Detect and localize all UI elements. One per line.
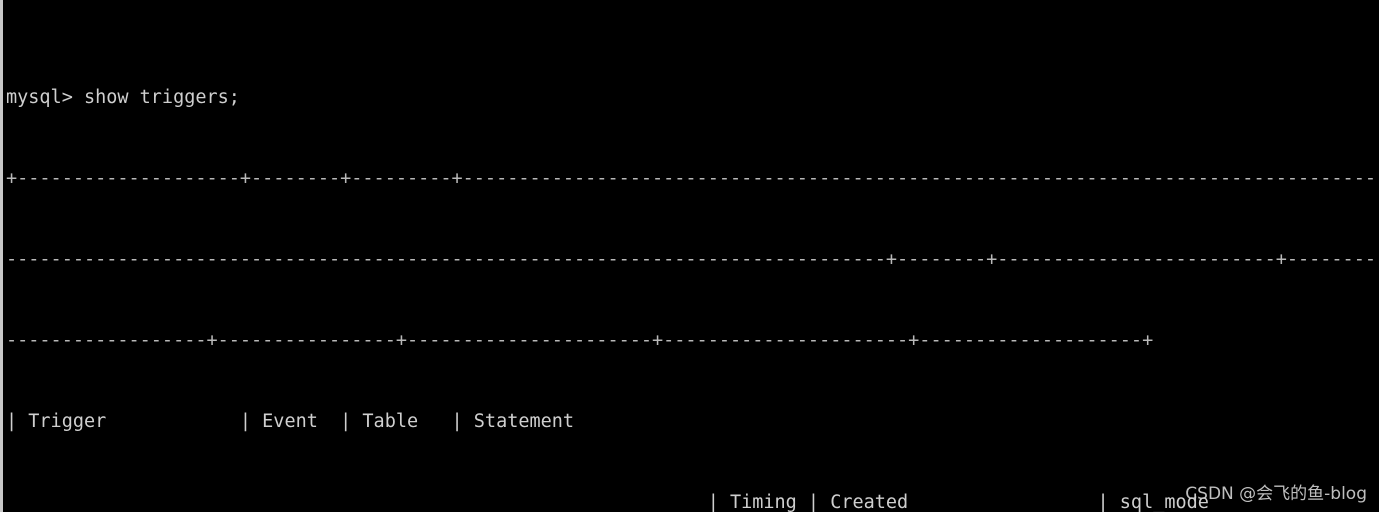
terminal-window[interactable]: mysql> show triggers; +-----------------…: [0, 0, 1379, 512]
csdn-watermark: CSDN @会飞的鱼-blog: [1185, 484, 1367, 504]
terminal-line-prompt: mysql> show triggers;: [6, 87, 240, 108]
terminal-line-column-header: | Timing | Created | sql_mode: [6, 492, 1209, 512]
terminal-line-rule: ----------------------------------------…: [6, 249, 1379, 270]
terminal-output-screen[interactable]: mysql> show triggers; +-----------------…: [3, 0, 1379, 512]
terminal-line-column-header: | Trigger | Event | Table | Statement: [6, 411, 575, 432]
terminal-line-rule: ------------------+----------------+----…: [6, 330, 1154, 351]
terminal-line-rule: +--------------------+--------+---------…: [6, 168, 1379, 189]
